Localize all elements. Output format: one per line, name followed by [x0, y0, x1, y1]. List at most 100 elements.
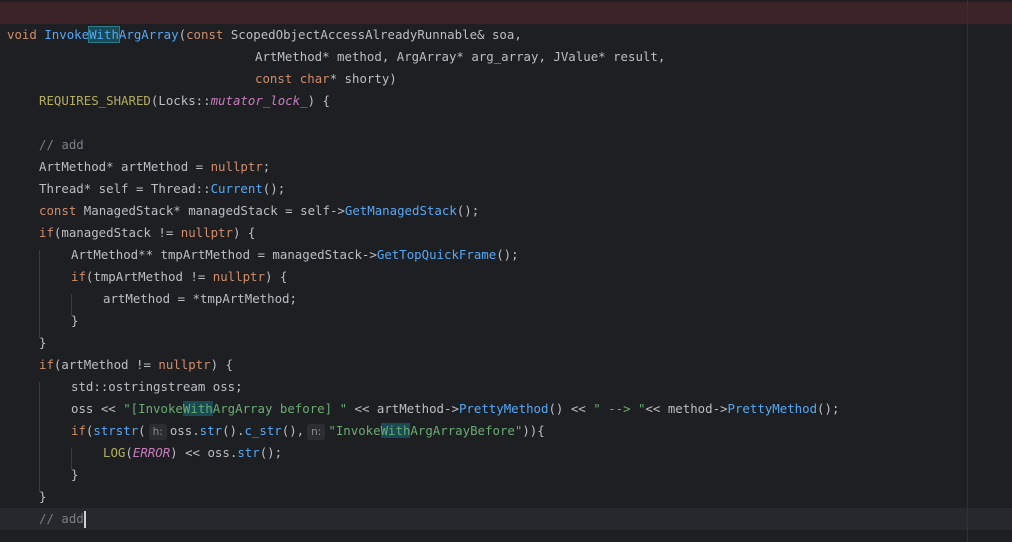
comment-line[interactable]: // add: [39, 134, 84, 156]
comment: // add: [39, 511, 84, 526]
code-line-1[interactable]: void InvokeWithArgArray(const ScopedObje…: [7, 24, 522, 46]
code-line-18[interactable]: oss << "[InvokeWithArgArray before] " <<…: [71, 398, 839, 420]
code-line-23[interactable]: // add: [39, 508, 86, 530]
function-call: str: [199, 423, 223, 438]
code-editor[interactable]: void InvokeWithArgArray(const ScopedObje…: [0, 0, 1012, 542]
parameter-hint: n:: [307, 424, 326, 440]
string-part: "Invoke: [328, 423, 381, 438]
enum-constant: ERROR: [132, 445, 171, 460]
function-call: c_str: [244, 423, 282, 438]
code-line-13[interactable]: artMethod = *tmpArtMethod;: [103, 288, 297, 310]
code-line-17[interactable]: std::ostringstream oss;: [71, 376, 243, 398]
keyword-if: if: [39, 357, 54, 372]
code-text: ();: [262, 181, 286, 196]
code-text: ) << oss.: [170, 445, 238, 460]
keyword-if: if: [39, 225, 54, 240]
keyword-nullptr: nullptr: [180, 225, 233, 240]
function-call: PrettyMethod: [458, 401, 549, 416]
code-text: ) {: [264, 269, 288, 284]
code-line-2[interactable]: ArtMethod* method, ArgArray* arg_array, …: [255, 46, 665, 68]
code-text: oss.: [169, 423, 200, 438]
string-part: ArgArray before] ": [212, 401, 348, 416]
param-text: * shorty): [329, 71, 397, 86]
keyword-const: const: [186, 27, 224, 42]
function-name-part: ArgArray: [118, 27, 179, 42]
function-call: strstr: [93, 423, 139, 438]
code-text: << method->: [645, 401, 728, 416]
code-text: (: [138, 423, 146, 438]
code-text: (tmpArtMethod !=: [85, 269, 213, 284]
keyword-if: if: [71, 423, 86, 438]
closing-brace[interactable]: }: [39, 332, 46, 354]
code-text: (),: [281, 423, 305, 438]
code-text: () <<: [548, 401, 594, 416]
indent-guide: [39, 250, 40, 338]
string-literal: "[InvokeWithArgArray before] ": [123, 401, 347, 416]
code-text: ().: [222, 423, 245, 438]
code-line-9[interactable]: const ManagedStack* managedStack = self-…: [39, 200, 479, 222]
code-text: ();: [817, 401, 840, 416]
code-line-20[interactable]: LOG(ERROR) << oss.str();: [103, 442, 282, 464]
highlighted-line-band: [0, 2, 1012, 24]
code-text: oss <<: [71, 401, 124, 416]
code-text: ) {: [232, 225, 256, 240]
code-text: ();: [259, 445, 283, 460]
code-text: Thread* self = Thread::: [39, 181, 211, 196]
code-text: ArtMethod* artMethod =: [39, 159, 211, 174]
string-part: ArgArrayBefore": [410, 423, 523, 438]
right-margin-guide: [967, 0, 968, 542]
code-text: ) {: [307, 93, 330, 108]
keyword-char: char: [299, 71, 330, 86]
code-text: ();: [496, 247, 519, 262]
parameter-hint: h:: [148, 424, 167, 440]
code-line-10[interactable]: if(managedStack != nullptr) {: [39, 222, 255, 244]
function-call: Current: [210, 181, 263, 196]
search-match: With: [182, 401, 213, 416]
string-literal: " --> ": [593, 401, 646, 416]
code-line-8[interactable]: Thread* self = Thread::Current();: [39, 178, 285, 200]
text-caret: [83, 511, 86, 528]
code-line-19[interactable]: if(strstr(h: oss.str().c_str(), n: "InvokeW…: [71, 420, 545, 442]
code-line-11[interactable]: ArtMethod** tmpArtMethod = managedStack-…: [71, 244, 519, 266]
code-text: (: [125, 445, 133, 460]
keyword-nullptr: nullptr: [158, 357, 211, 372]
code-line-16[interactable]: if(artMethod != nullptr) {: [39, 354, 233, 376]
string-literal: "InvokeWithArgArrayBefore": [328, 423, 522, 438]
keyword-void: void: [7, 27, 37, 42]
search-match: With: [88, 26, 120, 43]
function-call: GetManagedStack: [344, 203, 457, 218]
code-line-3[interactable]: const char* shorty): [255, 68, 397, 90]
function-name-part: Invoke: [44, 27, 90, 42]
param-text: ArtMethod* method, ArgArray* arg_array, …: [255, 49, 666, 64]
field-name: mutator_lock_: [210, 93, 308, 108]
closing-brace[interactable]: }: [71, 310, 78, 332]
closing-brace[interactable]: }: [39, 486, 46, 508]
current-line-highlight: [0, 508, 1012, 530]
function-call: GetTopQuickFrame: [376, 247, 497, 262]
function-call: PrettyMethod: [727, 401, 818, 416]
code-line-4[interactable]: REQUIRES_SHARED(Locks::mutator_lock_) {: [39, 90, 330, 112]
keyword-const: const: [255, 71, 293, 86]
param-text: ScopedObjectAccessAlreadyRunnable& soa,: [223, 27, 522, 42]
code-text: ManagedStack* managedStack = self->: [76, 203, 345, 218]
code-text: (artMethod !=: [53, 357, 159, 372]
keyword-nullptr: nullptr: [210, 159, 263, 174]
keyword-const: const: [39, 203, 77, 218]
code-text: (Locks::: [150, 93, 211, 108]
code-text: ArtMethod** tmpArtMethod = managedStack-…: [71, 247, 377, 262]
code-line-12[interactable]: if(tmpArtMethod != nullptr) {: [71, 266, 287, 288]
macro: LOG: [103, 445, 126, 460]
code-line-7[interactable]: ArtMethod* artMethod = nullptr;: [39, 156, 270, 178]
paren: (: [178, 27, 187, 42]
code-text: (managedStack !=: [53, 225, 181, 240]
search-match: With: [380, 423, 411, 438]
macro: REQUIRES_SHARED: [39, 93, 151, 108]
code-text: ;: [262, 159, 271, 174]
string-part: "[Invoke: [123, 401, 183, 416]
closing-brace[interactable]: }: [71, 464, 78, 486]
code-text: ) {: [210, 357, 233, 372]
code-text: << artMethod->: [347, 401, 459, 416]
function-call: str: [237, 445, 260, 460]
code-text: ();: [456, 203, 480, 218]
function-name: InvokeWithArgArray: [44, 26, 179, 43]
